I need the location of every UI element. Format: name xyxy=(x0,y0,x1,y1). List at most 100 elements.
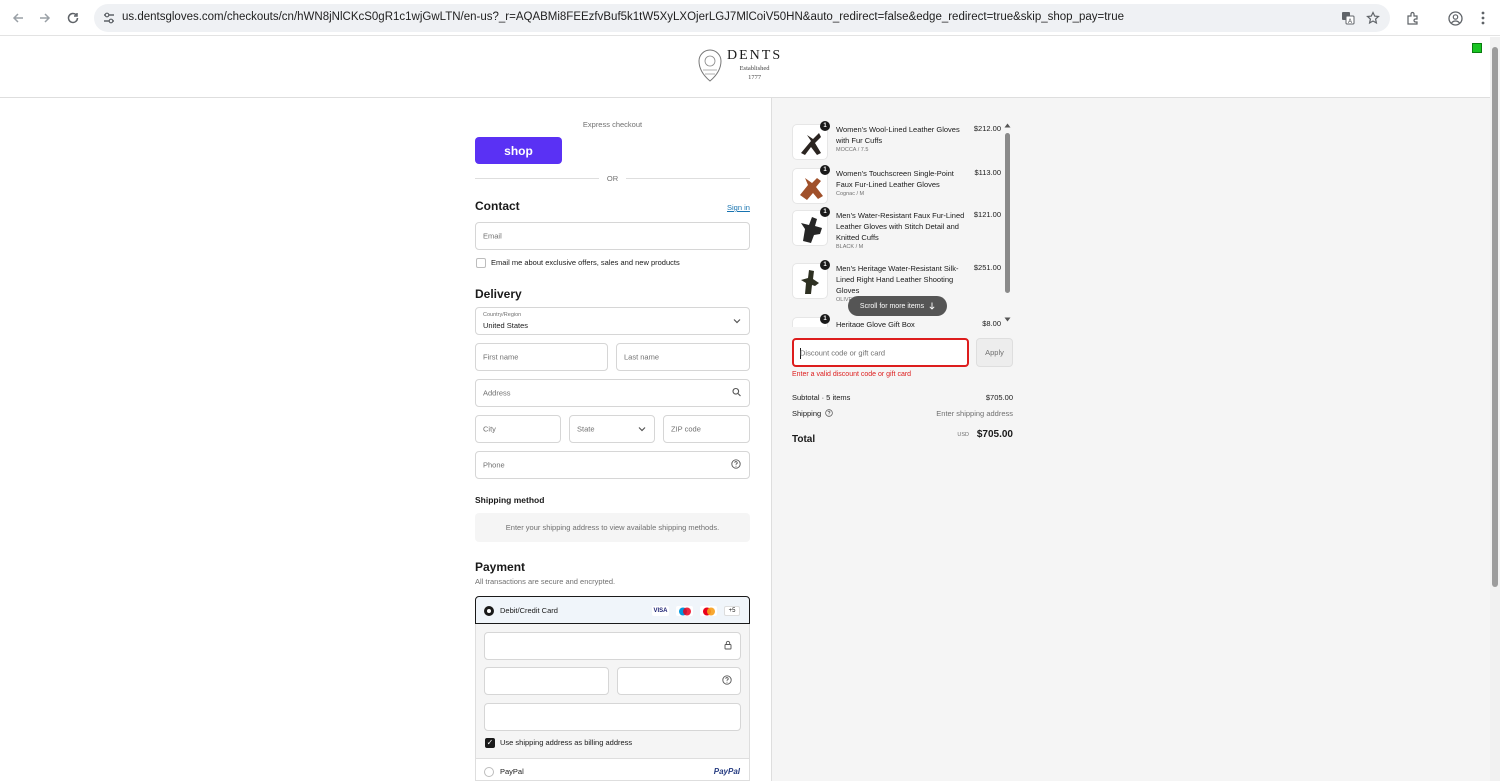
expiry-field[interactable] xyxy=(484,667,609,695)
item-price: $113.00 xyxy=(974,168,1001,177)
quantity-badge: 1 xyxy=(820,207,830,217)
chevron-down-icon xyxy=(733,316,741,326)
billing-same-checkbox[interactable]: ✓ xyxy=(485,738,495,748)
shipping-method-note: Enter your shipping address to view avai… xyxy=(475,513,750,542)
card-number-field[interactable] xyxy=(484,632,741,660)
scroll-down-icon[interactable] xyxy=(1004,317,1011,322)
phone-field[interactable]: Phone xyxy=(475,451,750,479)
address-bar[interactable]: us.dentsgloves.com/checkouts/cn/hWN8jNlC… xyxy=(94,4,1390,32)
paypal-option-label: PayPal xyxy=(500,767,524,776)
brand-established: Established xyxy=(739,65,770,72)
marketing-checkbox[interactable] xyxy=(476,258,486,268)
scroll-more-pill[interactable]: Scroll for more items xyxy=(848,296,947,316)
shipping-row: Shipping Enter shipping address xyxy=(792,409,1013,418)
express-checkout-label: Express checkout xyxy=(582,120,643,129)
scroll-up-icon[interactable] xyxy=(1004,123,1011,128)
visa-icon: VISA xyxy=(652,606,669,616)
crest-icon xyxy=(698,49,722,82)
brand-name: DENTS xyxy=(727,48,783,63)
profile-icon[interactable] xyxy=(1445,8,1465,28)
subtotal-label: Subtotal · 5 items xyxy=(792,393,851,402)
sign-in-link[interactable]: Sign in xyxy=(727,203,750,212)
shipping-value: Enter shipping address xyxy=(936,409,1013,418)
page-scroll-thumb[interactable] xyxy=(1492,47,1498,587)
maestro-icon xyxy=(676,606,693,616)
translate-icon[interactable]: A xyxy=(1340,10,1356,26)
extensions-icon[interactable] xyxy=(1403,8,1423,28)
glove-icon xyxy=(801,217,822,243)
phone-placeholder: Phone xyxy=(483,460,505,470)
item-name: Women's Touchscreen Single-Point Faux Fu… xyxy=(836,169,954,189)
payment-heading: Payment xyxy=(475,560,526,574)
first-name-field[interactable]: First name xyxy=(475,343,608,371)
email-field[interactable]: Email xyxy=(475,222,750,250)
country-select[interactable]: Country/Region United States xyxy=(475,307,750,335)
glove-icon xyxy=(801,270,819,294)
site-settings-icon[interactable] xyxy=(102,11,116,25)
reload-icon[interactable] xyxy=(63,8,83,28)
lock-icon xyxy=(724,640,732,652)
items-scroll-thumb[interactable] xyxy=(1005,133,1010,293)
billing-same-label: Use shipping address as billing address xyxy=(500,738,633,747)
card-option-label: Debit/Credit Card xyxy=(500,606,558,615)
help-circle-icon[interactable] xyxy=(731,459,741,471)
address-placeholder: Address xyxy=(483,388,511,398)
browser-menu-icon[interactable] xyxy=(1473,8,1493,28)
or-divider: OR xyxy=(475,172,750,184)
discount-placeholder: Discount code or gift card xyxy=(800,348,886,357)
help-circle-icon[interactable] xyxy=(825,409,834,417)
subtotal-value: $705.00 xyxy=(985,393,1013,402)
item-price: $8.00 xyxy=(982,319,1001,327)
item-name: Heritage Glove Gift Box xyxy=(836,320,915,327)
discount-code-field[interactable]: Discount code or gift card xyxy=(792,338,969,367)
card-radio[interactable] xyxy=(484,606,494,616)
address-field[interactable]: Address xyxy=(475,379,750,407)
forward-icon[interactable] xyxy=(35,8,55,28)
email-placeholder: Email xyxy=(483,231,502,241)
city-field[interactable]: City xyxy=(475,415,561,443)
item-name: Men's Water-Resistant Faux Fur-Lined Lea… xyxy=(836,211,965,242)
delivery-heading: Delivery xyxy=(475,287,522,301)
browser-toolbar: us.dentsgloves.com/checkouts/cn/hWN8jNlC… xyxy=(0,0,1500,36)
dents-logo[interactable]: DENTS Established 1777 xyxy=(697,48,782,84)
total-row: Total USD $705.00 xyxy=(792,429,1013,447)
glove-icon xyxy=(801,133,821,155)
name-on-card-field[interactable] xyxy=(484,703,741,731)
total-label: Total xyxy=(792,434,816,445)
country-label: Country/Region xyxy=(483,312,522,318)
shipping-method-heading: Shipping method xyxy=(475,495,545,505)
contact-heading: Contact xyxy=(475,199,520,213)
paypal-radio[interactable] xyxy=(484,767,494,777)
more-cards-badge: +5 xyxy=(724,606,740,616)
country-value: United States xyxy=(483,321,529,330)
state-select[interactable]: State xyxy=(569,415,655,443)
total-value: $705.00 xyxy=(976,429,1013,440)
currency-code: USD xyxy=(957,432,969,438)
back-icon[interactable] xyxy=(8,8,28,28)
apply-discount-button[interactable]: Apply xyxy=(976,338,1013,367)
bookmark-star-icon[interactable] xyxy=(1365,10,1381,26)
shipping-label: Shipping xyxy=(792,409,822,418)
item-name: Women's Wool-Lined Leather Gloves with F… xyxy=(836,125,960,145)
items-scrollbar[interactable] xyxy=(1003,123,1012,323)
paypal-payment-option[interactable]: PayPal PayPal xyxy=(475,758,750,781)
zip-field[interactable]: ZIP code xyxy=(663,415,750,443)
quantity-badge: 1 xyxy=(820,260,830,270)
item-price: $251.00 xyxy=(973,263,1001,272)
help-circle-icon[interactable] xyxy=(722,675,732,687)
glove-icon xyxy=(800,178,823,200)
chevron-down-icon xyxy=(638,424,646,434)
last-name-field[interactable]: Last name xyxy=(616,343,750,371)
quantity-badge: 1 xyxy=(820,314,830,324)
url-text[interactable]: us.dentsgloves.com/checkouts/cn/hWN8jNlC… xyxy=(122,11,1124,23)
scroll-more-label: Scroll for more items xyxy=(859,302,925,310)
city-placeholder: City xyxy=(483,424,496,434)
shop-pay-button[interactable]: shop xyxy=(475,137,562,164)
security-code-field[interactable] xyxy=(617,667,741,695)
subtotal-row: Subtotal · 5 items $705.00 xyxy=(792,393,1013,402)
page-scrollbar[interactable] xyxy=(1490,37,1500,781)
status-indicator xyxy=(1472,43,1482,53)
search-icon xyxy=(732,387,741,399)
card-payment-option[interactable]: Debit/Credit Card VISA +5 xyxy=(475,596,750,624)
or-text: OR xyxy=(606,173,619,183)
